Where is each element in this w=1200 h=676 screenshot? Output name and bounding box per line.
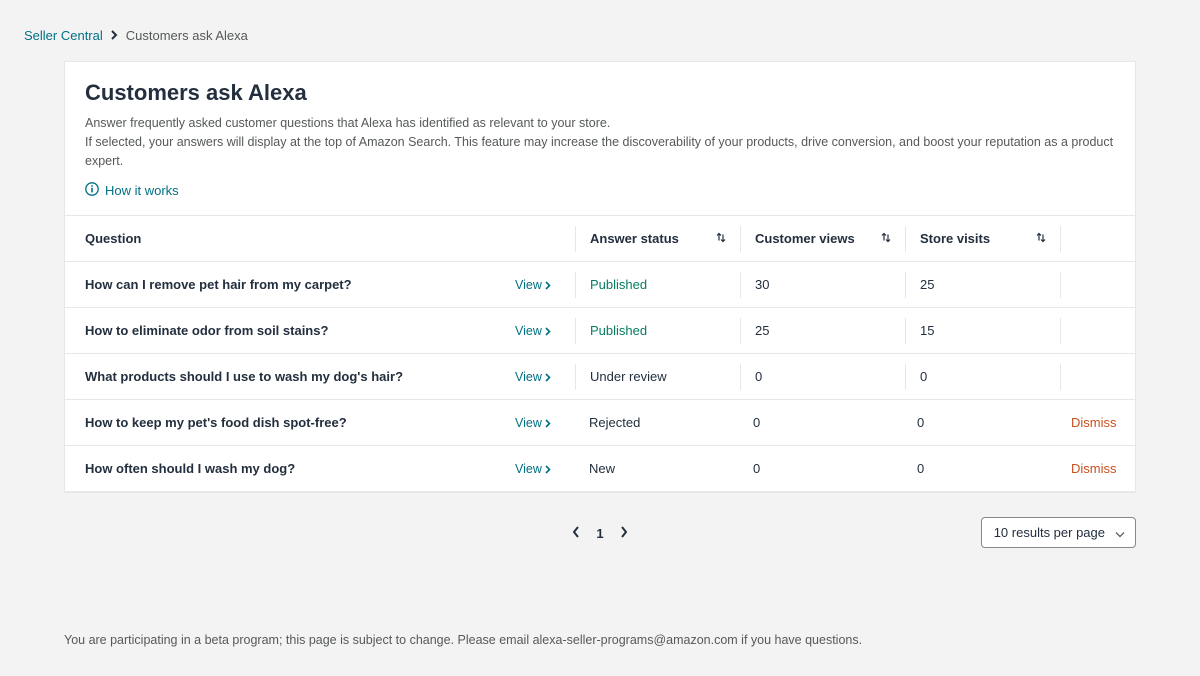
- pager-prev-button[interactable]: [572, 526, 580, 541]
- chevron-down-icon: [1115, 525, 1125, 540]
- store-visits-cell: 0: [917, 415, 1057, 430]
- customer-views-cell: 0: [753, 461, 903, 476]
- page-desc-2: If selected, your answers will display a…: [85, 133, 1115, 171]
- results-per-page-label: 10 results per page: [994, 525, 1105, 540]
- pager-current-page: 1: [596, 526, 603, 541]
- page-title: Customers ask Alexa: [85, 80, 1115, 106]
- customer-views-cell: 25: [755, 323, 905, 338]
- col-header-question: Question: [85, 231, 515, 246]
- chevron-right-icon: [111, 29, 118, 43]
- action-cell: Dismiss: [1071, 415, 1129, 430]
- view-link[interactable]: View: [515, 370, 551, 384]
- store-visits-cell: 25: [920, 277, 1060, 292]
- question-cell: What products should I use to wash my do…: [85, 369, 515, 384]
- pager-row: 1 10 results per page: [64, 517, 1136, 549]
- question-cell: How can I remove pet hair from my carpet…: [85, 277, 515, 292]
- col-separator: [1060, 226, 1061, 252]
- col-separator: [740, 226, 741, 252]
- customer-views-cell: 0: [755, 369, 905, 384]
- col-header-answer-status[interactable]: Answer status: [590, 231, 740, 246]
- store-visits-cell: 15: [920, 323, 1060, 338]
- main-card: Customers ask Alexa Answer frequently as…: [64, 61, 1136, 493]
- view-cell: View: [515, 415, 575, 430]
- store-visits-cell: 0: [917, 461, 1057, 476]
- customer-views-cell: 0: [753, 415, 903, 430]
- table-row: How to keep my pet's food dish spot-free…: [65, 400, 1135, 446]
- table-header-row: Question Answer status Customer views St…: [65, 216, 1135, 262]
- answer-status-cell: Published: [590, 323, 740, 338]
- answer-status-cell: Under review: [590, 369, 740, 384]
- sort-icon: [716, 231, 726, 246]
- action-cell: Dismiss: [1071, 461, 1129, 476]
- col-separator: [905, 226, 906, 252]
- view-link[interactable]: View: [515, 462, 551, 476]
- dismiss-link[interactable]: Dismiss: [1071, 415, 1117, 430]
- results-per-page-select[interactable]: 10 results per page: [981, 517, 1136, 548]
- question-cell: How to keep my pet's food dish spot-free…: [85, 415, 515, 430]
- table-row: How to eliminate odor from soil stains?V…: [65, 308, 1135, 354]
- answer-status-cell: New: [589, 461, 739, 476]
- breadcrumb: Seller Central Customers ask Alexa: [0, 0, 1200, 61]
- card-header: Customers ask Alexa Answer frequently as…: [65, 62, 1135, 216]
- view-link[interactable]: View: [515, 324, 551, 338]
- view-cell: View: [515, 323, 575, 338]
- pager-next-button[interactable]: [620, 526, 628, 541]
- sort-icon: [1036, 231, 1046, 246]
- info-icon: [85, 182, 99, 199]
- breadcrumb-root-link[interactable]: Seller Central: [24, 28, 103, 43]
- view-cell: View: [515, 277, 575, 292]
- col-header-customer-views-label: Customer views: [755, 231, 855, 246]
- view-link[interactable]: View: [515, 416, 551, 430]
- question-cell: How to eliminate odor from soil stains?: [85, 323, 515, 338]
- col-separator: [575, 226, 576, 252]
- col-header-store-visits[interactable]: Store visits: [920, 231, 1060, 246]
- table-row: How can I remove pet hair from my carpet…: [65, 262, 1135, 308]
- view-link[interactable]: View: [515, 278, 551, 292]
- dismiss-link[interactable]: Dismiss: [1071, 461, 1117, 476]
- how-it-works-link[interactable]: How it works: [85, 182, 179, 199]
- table-row: What products should I use to wash my do…: [65, 354, 1135, 400]
- question-cell: How often should I wash my dog?: [85, 461, 515, 476]
- table-body: How can I remove pet hair from my carpet…: [65, 262, 1135, 492]
- customer-views-cell: 30: [755, 277, 905, 292]
- answer-status-cell: Rejected: [589, 415, 739, 430]
- view-cell: View: [515, 461, 575, 476]
- col-header-customer-views[interactable]: Customer views: [755, 231, 905, 246]
- sort-icon: [881, 231, 891, 246]
- breadcrumb-current: Customers ask Alexa: [126, 28, 248, 43]
- beta-footer-note: You are participating in a beta program;…: [64, 633, 1136, 647]
- pager: 1: [572, 526, 627, 541]
- table-row: How often should I wash my dog?View New 00…: [65, 446, 1135, 492]
- store-visits-cell: 0: [920, 369, 1060, 384]
- how-it-works-label: How it works: [105, 183, 179, 198]
- answer-status-cell: Published: [590, 277, 740, 292]
- page-desc-1: Answer frequently asked customer questio…: [85, 114, 1115, 133]
- col-header-answer-status-label: Answer status: [590, 231, 679, 246]
- col-header-store-visits-label: Store visits: [920, 231, 990, 246]
- view-cell: View: [515, 369, 575, 384]
